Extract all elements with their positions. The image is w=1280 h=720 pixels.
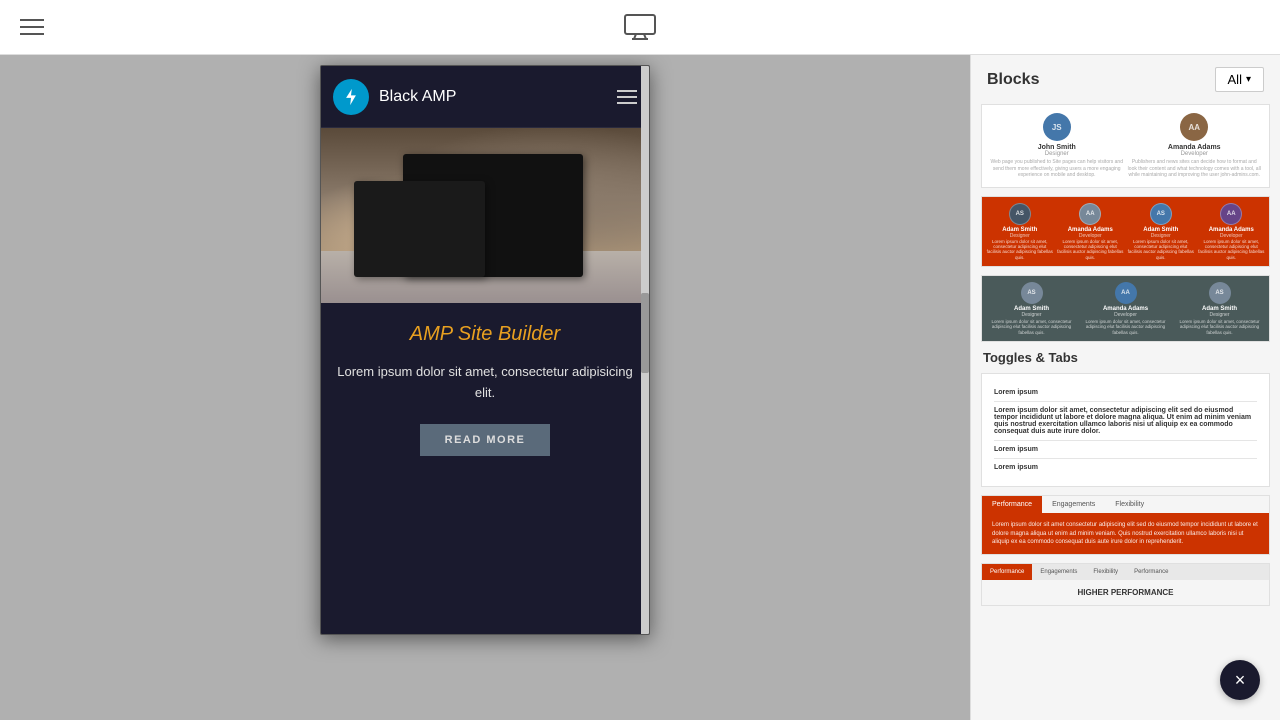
orange-avatar-1: AS: [1009, 203, 1031, 225]
hero-image: [321, 128, 649, 303]
panel-content: JS John Smith Designer Web page you publ…: [971, 104, 1280, 720]
mobile-nav: Black AMP: [321, 66, 649, 128]
orange-member-2: AA Amanda Adams Developer Lorem ipsum do…: [1057, 203, 1125, 261]
tabs-dark-block[interactable]: Performance Engagements Flexibility Perf…: [981, 563, 1270, 606]
toggle-item-4: Lorem ipsum: [994, 459, 1257, 476]
orange-member-1: AS Adam Smith Designer Lorem ipsum dolor…: [986, 203, 1054, 261]
toggle-white-block[interactable]: Lorem ipsum Lorem ipsum dolor sit amet, …: [981, 373, 1270, 487]
right-panel: Blocks All ▾ JS John Smith Designer Web …: [970, 55, 1280, 720]
dark-tab-performance2[interactable]: Performance: [1126, 564, 1176, 580]
member-avatar-1: JS: [1043, 113, 1071, 141]
member-role-2: Developer: [1128, 151, 1262, 157]
dark-role-1: Designer: [986, 312, 1077, 318]
member-role-1: Designer: [990, 151, 1124, 157]
phone-device-back: [354, 181, 485, 277]
all-filter-button[interactable]: All ▾: [1215, 67, 1264, 92]
dark-avatar-3: AS: [1209, 282, 1231, 304]
tab-engagements[interactable]: Engagements: [1042, 496, 1105, 513]
mobile-frame: Black AMP: [320, 65, 650, 635]
team-member-2: AA Amanda Adams Developer Publishers and…: [1128, 113, 1262, 179]
dark-member-1: AS Adam Smith Designer Lorem ipsum dolor…: [986, 282, 1077, 335]
dark-desc-3: Lorem ipsum dolor sit amet, consectetur …: [1174, 319, 1265, 335]
toggles-tabs-title: Toggles & Tabs: [981, 350, 1270, 365]
read-more-button[interactable]: READ MORE: [420, 424, 550, 456]
tabs-orange-block[interactable]: Performance Engagements Flexibility Lore…: [981, 495, 1270, 555]
toggles-tabs-section: Toggles & Tabs Lorem ipsum Lorem ipsum d…: [981, 350, 1270, 606]
team-3col-dark-block[interactable]: AS Adam Smith Designer Lorem ipsum dolor…: [981, 275, 1270, 342]
dark-avatar-1: AS: [1021, 282, 1043, 304]
site-title: Black AMP: [379, 88, 456, 106]
hero-image-inner: [321, 128, 649, 303]
amp-site-builder-title: AMP Site Builder: [337, 323, 633, 346]
orange-desc-3: Lorem ipsum dolor sit amet, consectetur …: [1127, 239, 1195, 261]
team-4col-orange-block[interactable]: AS Adam Smith Designer Lorem ipsum dolor…: [981, 196, 1270, 268]
member-name-1: John Smith: [990, 144, 1124, 151]
orange-member-3: AS Adam Smith Designer Lorem ipsum dolor…: [1127, 203, 1195, 261]
orange-desc-1: Lorem ipsum dolor sit amet, consectetur …: [986, 239, 1054, 261]
main-area: Black AMP: [0, 55, 1280, 720]
team-2col-block[interactable]: JS John Smith Designer Web page you publ…: [981, 104, 1270, 188]
member-desc-2: Publishers and news sites can decide how…: [1128, 159, 1262, 179]
member-name-2: Amanda Adams: [1128, 144, 1262, 151]
dark-role-3: Designer: [1174, 312, 1265, 318]
menu-icon[interactable]: [20, 19, 44, 35]
mobile-hamburger-icon[interactable]: [617, 90, 637, 104]
toggle-title-3: Lorem ipsum: [994, 446, 1257, 453]
amp-description: Lorem ipsum dolor sit amet, consectetur …: [337, 362, 633, 404]
dark-tab-flexibility[interactable]: Flexibility: [1085, 564, 1126, 580]
dark-tab-engagements[interactable]: Engagements: [1032, 564, 1085, 580]
panel-header: Blocks All ▾: [971, 55, 1280, 104]
dark-avatar-2: AA: [1115, 282, 1137, 304]
toggle-item-3: Lorem ipsum: [994, 441, 1257, 459]
toggle-title-4: Lorem ipsum: [994, 464, 1257, 471]
chevron-down-icon: ▾: [1246, 74, 1251, 85]
dark-member-2: AA Amanda Adams Developer Lorem ipsum do…: [1080, 282, 1171, 335]
toggle-item-2: Lorem ipsum dolor sit amet, consectetur …: [994, 402, 1257, 441]
orange-avatar-2: AA: [1079, 203, 1101, 225]
close-icon: ×: [1235, 670, 1246, 691]
tabs-orange-content: Lorem ipsum dolor sit amet consectetur a…: [982, 513, 1269, 554]
dark-tab-performance[interactable]: Performance: [982, 564, 1032, 580]
preview-area: Black AMP: [0, 55, 970, 720]
team-member-1: JS John Smith Designer Web page you publ…: [990, 113, 1124, 179]
toggle-title-1: Lorem ipsum: [994, 389, 1257, 396]
higher-performance-text: HIGHER PERFORMANCE: [992, 588, 1259, 597]
toggle-title-2: Lorem ipsum dolor sit amet, consectetur …: [994, 407, 1257, 435]
orange-desc-4: Lorem ipsum dolor sit amet, consectetur …: [1198, 239, 1266, 261]
mobile-scrollbar[interactable]: [641, 66, 649, 634]
tabs-orange-text: Lorem ipsum dolor sit amet consectetur a…: [992, 521, 1259, 546]
orange-avatar-3: AS: [1150, 203, 1172, 225]
orange-avatar-4: AA: [1220, 203, 1242, 225]
dark-member-3: AS Adam Smith Designer Lorem ipsum dolor…: [1174, 282, 1265, 335]
dark-desc-1: Lorem ipsum dolor sit amet, consectetur …: [986, 319, 1077, 335]
topbar: [0, 0, 1280, 55]
nav-left: Black AMP: [333, 79, 456, 115]
close-panel-button[interactable]: ×: [1220, 660, 1260, 700]
lightning-bolt-icon: [333, 79, 369, 115]
member-desc-1: Web page you published to Site pages can…: [990, 159, 1124, 179]
toggle-item-1: Lorem ipsum: [994, 384, 1257, 402]
orange-member-4: AA Amanda Adams Developer Lorem ipsum do…: [1198, 203, 1266, 261]
blocks-title: Blocks: [987, 71, 1039, 89]
member-avatar-2: AA: [1180, 113, 1208, 141]
dark-desc-2: Lorem ipsum dolor sit amet, consectetur …: [1080, 319, 1171, 335]
mobile-scrollbar-thumb: [641, 293, 649, 373]
dark-role-2: Developer: [1080, 312, 1171, 318]
orange-desc-2: Lorem ipsum dolor sit amet, consectetur …: [1057, 239, 1125, 261]
monitor-icon: [624, 14, 656, 40]
tab-performance[interactable]: Performance: [982, 496, 1042, 513]
tab-flexibility[interactable]: Flexibility: [1105, 496, 1154, 513]
tabs-dark-content: HIGHER PERFORMANCE: [982, 580, 1269, 605]
mobile-content: AMP Site Builder Lorem ipsum dolor sit a…: [321, 303, 649, 476]
